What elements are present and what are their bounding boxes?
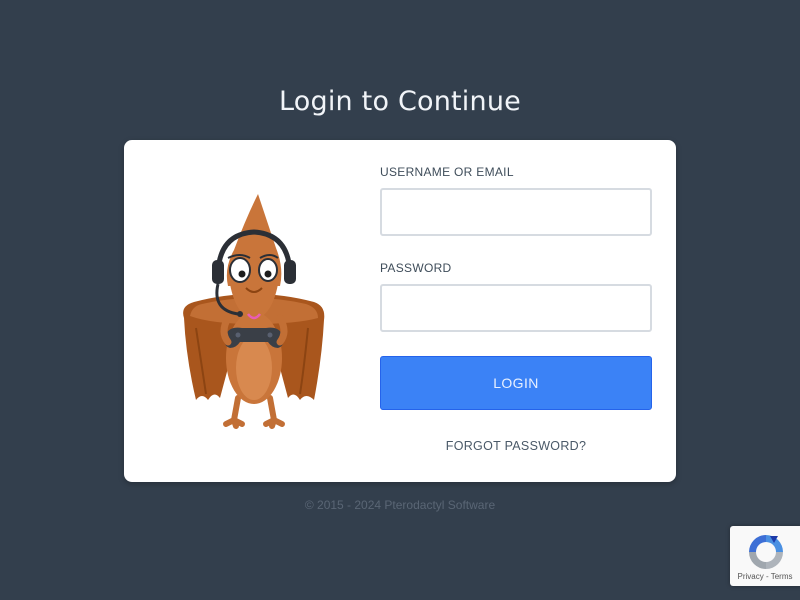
login-page: Login to Continue USERNAME OR EMAIL PASS… bbox=[0, 0, 800, 600]
username-label: USERNAME OR EMAIL bbox=[380, 165, 514, 179]
recaptcha-links: Privacy - Terms bbox=[730, 572, 800, 581]
forgot-password-link[interactable]: FORGOT PASSWORD? bbox=[380, 439, 652, 453]
login-card: USERNAME OR EMAIL PASSWORD LOGIN FORGOT … bbox=[124, 140, 676, 482]
copyright-footer: © 2015 - 2024 Pterodactyl Software bbox=[304, 498, 496, 512]
password-label: PASSWORD bbox=[380, 261, 452, 275]
recaptcha-terms-link[interactable]: Terms bbox=[771, 572, 793, 581]
login-button[interactable]: LOGIN bbox=[380, 356, 652, 410]
password-input[interactable] bbox=[380, 284, 652, 332]
recaptcha-icon bbox=[749, 535, 783, 569]
pterodactyl-mascot-icon bbox=[183, 194, 325, 429]
page-title: Login to Continue bbox=[279, 86, 521, 117]
recaptcha-privacy-link[interactable]: Privacy bbox=[738, 572, 764, 581]
recaptcha-badge[interactable]: Privacy - Terms bbox=[730, 526, 800, 586]
username-input[interactable] bbox=[380, 188, 652, 236]
recaptcha-separator: - bbox=[763, 572, 771, 581]
